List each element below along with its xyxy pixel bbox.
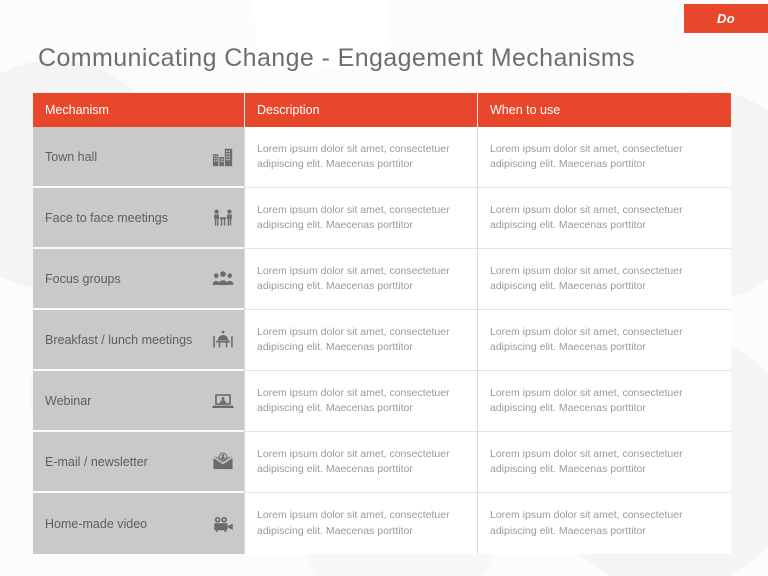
mechanism-cell: Face to face meetings xyxy=(33,188,244,249)
table-row: Face to face meetings Lorem ipsum dolor s… xyxy=(33,188,731,249)
when-to-use-text: Lorem ipsum dolor sit amet, consectetuer… xyxy=(490,203,683,231)
buildings-icon xyxy=(212,146,234,168)
do-badge-label: Do xyxy=(717,11,735,26)
description-text: Lorem ipsum dolor sit amet, consectetuer… xyxy=(257,386,450,414)
table-row: Webinar Lorem ipsum dolor sit amet, conse… xyxy=(33,371,731,432)
laptop-presentation-icon xyxy=(212,390,234,412)
description-cell: Lorem ipsum dolor sit amet, consectetuer… xyxy=(244,188,477,249)
when-to-use-text: Lorem ipsum dolor sit amet, consectetuer… xyxy=(490,325,683,353)
mechanism-cell: Town hall xyxy=(33,127,244,188)
when-to-use-cell: Lorem ipsum dolor sit amet, consectetuer… xyxy=(477,310,731,371)
when-to-use-cell: Lorem ipsum dolor sit amet, consectetuer… xyxy=(477,127,731,188)
table-row: Town hall Lorem ipsum dolor sit amet, con… xyxy=(33,127,731,188)
description-cell: Lorem ipsum dolor sit amet, consectetuer… xyxy=(244,310,477,371)
engagement-mechanisms-table: Mechanism Description When to use Town h… xyxy=(33,93,731,554)
description-text: Lorem ipsum dolor sit amet, consectetuer… xyxy=(257,142,450,170)
description-cell: Lorem ipsum dolor sit amet, consectetuer… xyxy=(244,249,477,310)
when-to-use-text: Lorem ipsum dolor sit amet, consectetuer… xyxy=(490,447,683,475)
mechanism-label: Town hall xyxy=(45,149,98,164)
table-header-row: Mechanism Description When to use xyxy=(33,93,731,127)
mechanism-cell: Home-made video xyxy=(33,493,244,554)
description-cell: Lorem ipsum dolor sit amet, consectetuer… xyxy=(244,127,477,188)
table-row: Breakfast / lunch meetings Lorem ipsum do… xyxy=(33,310,731,371)
when-to-use-cell: Lorem ipsum dolor sit amet, consectetuer… xyxy=(477,493,731,554)
when-to-use-cell: Lorem ipsum dolor sit amet, consectetuer… xyxy=(477,249,731,310)
column-header-description: Description xyxy=(244,93,477,127)
two-people-table-icon xyxy=(212,207,234,229)
description-text: Lorem ipsum dolor sit amet, consectetuer… xyxy=(257,203,450,231)
table-row: Home-made video Lorem ipsum dolor sit ame… xyxy=(33,493,731,554)
when-to-use-cell: Lorem ipsum dolor sit amet, consectetuer… xyxy=(477,371,731,432)
mechanism-label: Home-made video xyxy=(45,516,148,531)
when-to-use-cell: Lorem ipsum dolor sit amet, consectetuer… xyxy=(477,188,731,249)
people-group-icon xyxy=(212,268,234,290)
dining-table-icon xyxy=(212,329,234,351)
when-to-use-cell: Lorem ipsum dolor sit amet, consectetuer… xyxy=(477,432,731,493)
mechanism-cell: E-mail / newsletter xyxy=(33,432,244,493)
do-badge: Do xyxy=(684,4,768,33)
mechanism-cell: Focus groups xyxy=(33,249,244,310)
when-to-use-text: Lorem ipsum dolor sit amet, consectetuer… xyxy=(490,142,683,170)
when-to-use-text: Lorem ipsum dolor sit amet, consectetuer… xyxy=(490,386,683,414)
description-text: Lorem ipsum dolor sit amet, consectetuer… xyxy=(257,264,450,292)
mechanism-label: E-mail / newsletter xyxy=(45,454,148,469)
column-header-mechanism: Mechanism xyxy=(45,103,109,117)
description-cell: Lorem ipsum dolor sit amet, consectetuer… xyxy=(244,493,477,554)
mechanism-label: Breakfast / lunch meetings xyxy=(45,332,193,347)
table-row: Focus groups Lorem ipsum dolor sit amet, … xyxy=(33,249,731,310)
table-body: Town hall Lorem ipsum dolor sit amet, con… xyxy=(33,127,731,554)
mechanism-cell: Webinar xyxy=(33,371,244,432)
table-row: E-mail / newsletter Lorem ipsum dolor sit… xyxy=(33,432,731,493)
when-to-use-text: Lorem ipsum dolor sit amet, consectetuer… xyxy=(490,509,683,537)
video-camera-icon xyxy=(212,513,234,535)
description-text: Lorem ipsum dolor sit amet, consectetuer… xyxy=(257,509,450,537)
page-title: Communicating Change - Engagement Mechan… xyxy=(38,44,636,72)
when-to-use-text: Lorem ipsum dolor sit amet, consectetuer… xyxy=(490,264,683,292)
description-text: Lorem ipsum dolor sit amet, consectetuer… xyxy=(257,325,450,353)
mechanism-cell: Breakfast / lunch meetings xyxy=(33,310,244,371)
envelope-icon xyxy=(212,451,234,473)
mechanism-label: Face to face meetings xyxy=(45,210,168,225)
column-header-when-to-use: When to use xyxy=(477,93,731,127)
mechanism-label: Focus groups xyxy=(45,271,121,286)
description-text: Lorem ipsum dolor sit amet, consectetuer… xyxy=(257,447,450,475)
description-cell: Lorem ipsum dolor sit amet, consectetuer… xyxy=(244,371,477,432)
description-cell: Lorem ipsum dolor sit amet, consectetuer… xyxy=(244,432,477,493)
mechanism-label: Webinar xyxy=(45,393,92,408)
